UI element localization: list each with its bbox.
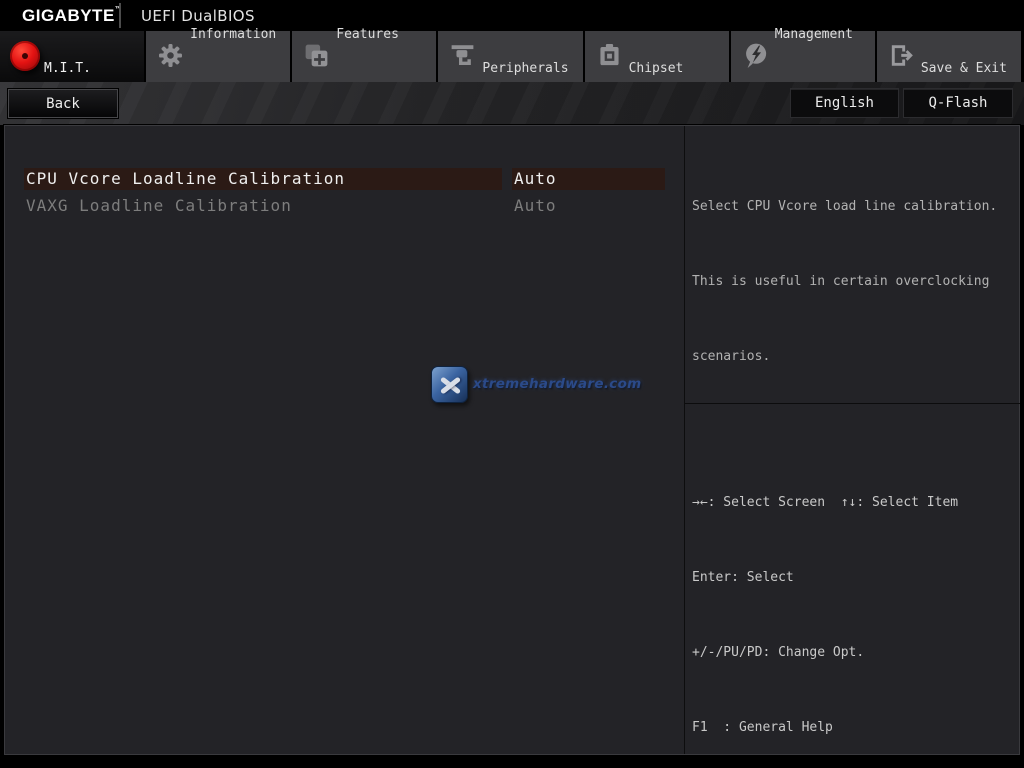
watermark-text: xtremehardware.com <box>473 376 642 392</box>
setting-value[interactable]: Auto <box>512 168 665 190</box>
tab-chipset[interactable]: Chipset <box>584 31 729 82</box>
tab-label-line: Features <box>336 27 399 42</box>
mit-red-disc-icon <box>10 41 40 71</box>
language-button[interactable]: English <box>790 88 899 118</box>
legend-line: +/-/PU/PD: Change Opt. <box>692 645 865 660</box>
title-bar: GIGABYTE™ UEFI DualBIOS <box>0 0 1024 31</box>
setting-label: VAXG Loadline Calibration <box>26 196 292 215</box>
setting-row-cpu-vcore-llc[interactable]: CPU Vcore Loadline Calibration Auto <box>5 168 684 190</box>
lightning-bolt-icon <box>741 41 771 71</box>
tab-bios-features[interactable]: BIOS Features <box>292 27 437 82</box>
tab-label-line: Information <box>190 27 277 42</box>
tab-system-information[interactable]: System Information <box>146 27 291 82</box>
item-help-text: Select CPU Vcore load line calibration. … <box>692 144 997 419</box>
qflash-button[interactable]: Q-Flash <box>903 88 1013 118</box>
exit-door-arrow-icon <box>887 41 917 71</box>
peripherals-device-icon <box>448 41 478 71</box>
tab-label-line: Management <box>774 27 853 42</box>
help-line: This is useful in certain overclocking <box>692 274 990 289</box>
legend-line: F1 : General Help <box>692 720 833 735</box>
tab-label: Save & Exit <box>920 61 1007 76</box>
tab-save-exit[interactable]: Save & Exit <box>876 31 1021 82</box>
legend-line: →←: Select Screen ↑↓: Select Item <box>692 495 959 510</box>
help-line: scenarios. <box>692 349 771 364</box>
titlebar-divider <box>119 3 121 28</box>
setting-row-vaxg-llc[interactable]: VAXG Loadline Calibration Auto <box>5 195 684 217</box>
tab-label: M.I.T. <box>44 61 91 76</box>
tab-bar: M.I.T. System Information BIOS Features <box>0 27 1021 82</box>
back-button[interactable]: Back <box>8 89 118 118</box>
help-pane-divider <box>685 403 1020 404</box>
tab-label: Peripherals <box>482 61 569 76</box>
tab-peripherals[interactable]: Peripherals <box>438 31 583 82</box>
watermark-x-icon <box>431 365 468 403</box>
bios-screen: GIGABYTE™ UEFI DualBIOS M.I.T. System In… <box>0 0 1024 768</box>
hotkey-legend: →←: Select Screen ↑↓: Select Item Enter:… <box>692 440 1005 768</box>
watermark: xtremehardware.com <box>431 364 642 404</box>
setting-value[interactable]: Auto <box>512 195 665 217</box>
chipset-icon <box>595 41 625 71</box>
gigabyte-logo: GIGABYTE™ <box>22 6 122 26</box>
help-line: Select CPU Vcore load line calibration. <box>692 199 998 214</box>
help-pane: Select CPU Vcore load line calibration. … <box>684 126 1020 754</box>
tab-power-management[interactable]: Power Management <box>730 27 875 82</box>
legend-line: Enter: Select <box>692 570 794 585</box>
settings-pane: CPU Vcore Loadline Calibration Auto VAXG… <box>5 126 684 754</box>
bios-chip-plus-icon <box>302 41 332 71</box>
main-panel: CPU Vcore Loadline Calibration Auto VAXG… <box>4 125 1020 755</box>
setting-label: CPU Vcore Loadline Calibration <box>24 168 502 190</box>
toolbar-band: Back English Q-Flash <box>0 82 1024 125</box>
tab-mit[interactable]: M.I.T. <box>0 31 145 82</box>
tab-label: Chipset <box>628 61 684 76</box>
gear-icon <box>156 41 186 71</box>
